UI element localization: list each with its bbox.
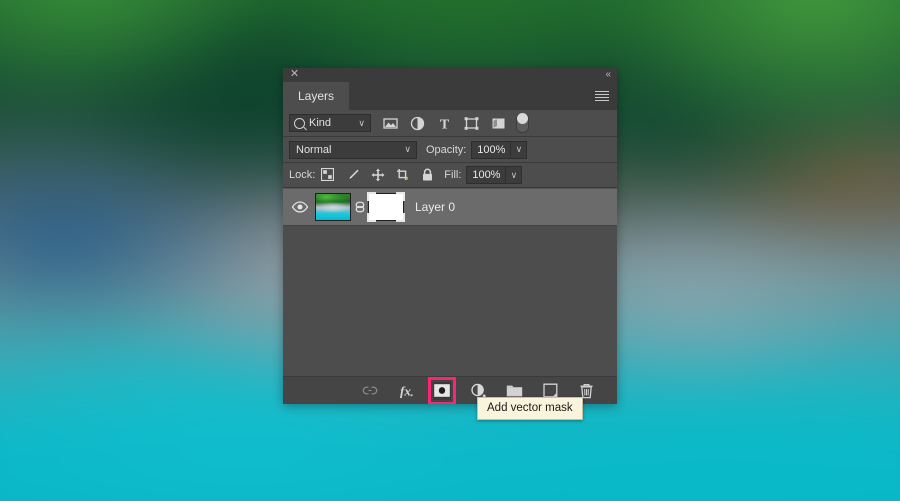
filter-adjustment-layers-icon[interactable] [410,116,425,131]
collapse-to-icons-icon[interactable]: « [605,69,610,80]
lock-transparent-pixels-icon[interactable] [321,168,335,182]
filter-type-icons: T [383,116,506,131]
search-icon [294,117,305,129]
opacity-input[interactable]: 100% [471,140,512,159]
lock-image-pixels-icon[interactable] [346,168,360,182]
opacity-stepper[interactable]: ∨ [511,140,528,159]
panel-title-bar: ✕ « [283,68,617,82]
layer-list: Layer 0 [283,188,617,376]
svg-text:fx: fx [400,383,411,398]
filter-pixel-layers-icon[interactable] [383,116,398,131]
panel-tab-strip: Layers [283,82,617,110]
lock-row: Lock: Fill: 100% ∨ [283,163,617,188]
tooltip-text: Add vector mask [487,402,573,414]
lock-label: Lock: [289,169,316,181]
fill-label: Fill: [444,169,462,181]
mask-corner-icon [396,213,405,222]
close-icon[interactable]: ✕ [289,69,300,80]
filter-shape-layers-icon[interactable] [464,116,479,131]
lock-icons [321,168,435,182]
tab-layers-label: Layers [298,89,335,103]
opacity-label: Opacity: [426,143,467,156]
add-vector-mask-button[interactable] [428,376,456,404]
layer-filter-row: Kind ∨ T [283,110,617,137]
filter-kind-select[interactable]: Kind ∨ [289,114,371,132]
layer-name-label: Layer 0 [415,200,456,214]
add-layer-style-button[interactable]: fx [397,382,415,400]
link-layers-button[interactable] [361,382,379,400]
blend-mode-select[interactable]: Normal ∨ [289,140,417,159]
layer-visibility-eye-icon[interactable] [291,200,309,214]
layers-panel: ✕ « Layers Kind ∨ T Normal ∨ Opacity: 10… [283,68,617,404]
svg-text:T: T [440,117,450,131]
mask-corner-icon [396,192,405,201]
lock-artboard-nesting-icon[interactable] [396,168,410,182]
lock-position-icon[interactable] [371,168,385,182]
chevron-down-icon: ∨ [404,144,411,154]
fill-stepper[interactable]: ∨ [506,166,523,184]
mask-corner-icon [367,213,376,222]
tooltip: Add vector mask [477,397,583,420]
layer-vector-mask-thumbnail[interactable] [367,192,405,222]
table-row[interactable]: Layer 0 [283,188,617,226]
filter-enable-toggle[interactable] [516,113,529,133]
blend-mode-row: Normal ∨ Opacity: 100% ∨ [283,137,617,163]
filter-smart-object-icon[interactable] [491,116,506,131]
screen: ✕ « Layers Kind ∨ T Normal ∨ Opacity: 10… [0,0,900,501]
mask-corner-icon [367,192,376,201]
blend-mode-value: Normal [296,143,332,156]
tab-layers[interactable]: Layers [283,82,350,110]
filter-type-layers-icon[interactable]: T [437,116,452,131]
panel-menu-icon[interactable] [595,91,609,102]
chevron-down-icon: ∨ [358,117,365,128]
layer-thumbnail[interactable] [315,193,351,221]
filter-kind-value: Kind [309,117,332,129]
lock-all-icon[interactable] [421,168,435,182]
fill-input[interactable]: 100% [466,166,507,184]
link-mask-icon[interactable] [354,197,366,217]
